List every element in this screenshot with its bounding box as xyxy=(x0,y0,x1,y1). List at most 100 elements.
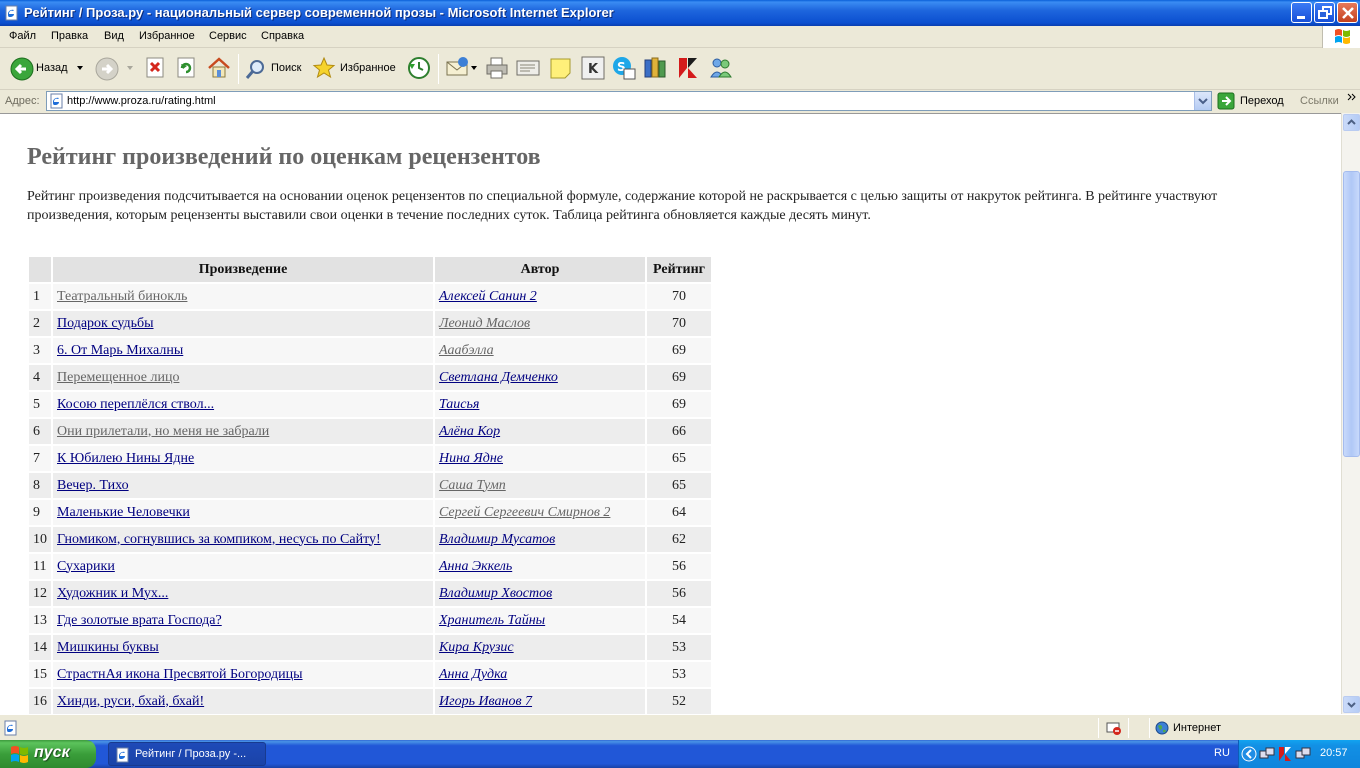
edit-button[interactable] xyxy=(515,55,541,81)
work-link[interactable]: Вечер. Тихо xyxy=(57,478,129,493)
author-cell: Анна Дудка xyxy=(435,662,645,687)
status-separator xyxy=(1149,718,1150,738)
author-cell: Нина Ядне xyxy=(435,446,645,471)
menu-view[interactable]: Вид xyxy=(104,30,124,42)
contacts-button[interactable] xyxy=(708,55,734,81)
work-link[interactable]: К Юбилею Нины Ядне xyxy=(57,451,194,466)
vertical-scrollbar[interactable] xyxy=(1341,113,1360,714)
popup-blocked-icon[interactable] xyxy=(1106,720,1122,736)
favorites-button[interactable]: Избранное xyxy=(312,54,398,84)
restore-button[interactable] xyxy=(1314,2,1335,23)
author-link[interactable]: Нина Ядне xyxy=(439,451,503,466)
scroll-up-button[interactable] xyxy=(1343,114,1360,131)
author-cell: Хранитель Тайны xyxy=(435,608,645,633)
rating-value: 70 xyxy=(647,311,711,336)
work-link[interactable]: Где золотые врата Господа? xyxy=(57,613,222,628)
home-button[interactable] xyxy=(206,55,232,81)
forward-button[interactable] xyxy=(94,54,136,84)
menu-favorites[interactable]: Избранное xyxy=(139,30,195,42)
refresh-icon xyxy=(177,57,195,78)
row-number: 6 xyxy=(29,419,51,444)
search-button[interactable]: Поиск xyxy=(244,54,306,84)
author-cell: Леонид Маслов xyxy=(435,311,645,336)
standard-toolbar: Назад Поиск Избранное K S xyxy=(0,48,1360,90)
work-link[interactable]: Они прилетали, но меня не забрали xyxy=(57,424,269,439)
refresh-button[interactable] xyxy=(176,57,198,79)
menu-tools[interactable]: Сервис xyxy=(209,30,247,42)
rating-value: 56 xyxy=(647,581,711,606)
author-link[interactable]: Аaабэлла xyxy=(439,343,494,358)
language-indicator[interactable]: RU xyxy=(1214,747,1230,759)
antivirus-button[interactable] xyxy=(675,55,701,81)
author-link[interactable]: Леонид Маслов xyxy=(439,316,530,331)
table-row: 4 Перемещенное лицо Светлана Демченко 69 xyxy=(29,365,711,390)
work-link[interactable]: Гномиком, согнувшись за компиком, несусь… xyxy=(57,532,381,547)
chevron-up-icon xyxy=(1347,119,1356,125)
minimize-icon xyxy=(1297,16,1305,19)
stop-icon xyxy=(146,57,164,78)
skype-button[interactable]: S xyxy=(611,55,637,81)
work-link[interactable]: Маленькие Человечки xyxy=(57,505,190,520)
users-icon xyxy=(710,58,732,78)
author-link[interactable]: Алёна Кор xyxy=(439,424,500,439)
author-link[interactable]: Хранитель Тайны xyxy=(439,613,545,628)
start-button[interactable]: пуск xyxy=(0,740,96,768)
antivirus-tray-icon[interactable] xyxy=(1277,746,1293,762)
author-link[interactable]: Светлана Демченко xyxy=(439,370,558,385)
edit-page-icon xyxy=(516,60,540,76)
author-link[interactable]: Владимир Хвостов xyxy=(439,586,552,601)
network-icon[interactable] xyxy=(1295,746,1311,762)
mail-button[interactable] xyxy=(445,55,479,81)
rating-value: 69 xyxy=(647,365,711,390)
author-cell: Таисья xyxy=(435,392,645,417)
work-link[interactable]: Художник и Мух... xyxy=(57,586,168,601)
author-link[interactable]: Таисья xyxy=(439,397,479,412)
work-link[interactable]: 6. От Марь Михалны xyxy=(57,343,183,358)
author-link[interactable]: Алексей Санин 2 xyxy=(439,289,537,304)
work-link[interactable]: Перемещенное лицо xyxy=(57,370,179,385)
rating-value: 56 xyxy=(647,554,711,579)
author-link[interactable]: Игорь Иванов 7 xyxy=(439,694,532,709)
author-link[interactable]: Сергей Сергеевич Смирнов 2 xyxy=(439,505,610,520)
work-link[interactable]: Мишкины буквы xyxy=(57,640,159,655)
work-link[interactable]: Сухарики xyxy=(57,559,115,574)
star-icon xyxy=(312,56,336,79)
author-link[interactable]: Анна Эккель xyxy=(439,559,512,574)
author-link[interactable]: Саша Тумп xyxy=(439,478,506,493)
address-input[interactable]: http://www.proza.ru/rating.html xyxy=(46,91,1212,111)
address-dropdown-button[interactable] xyxy=(1194,92,1211,110)
links-label[interactable]: Ссылки xyxy=(1300,95,1339,107)
row-number: 8 xyxy=(29,473,51,498)
work-link[interactable]: СтрастнАя икона Пресвятой Богородицы xyxy=(57,667,303,682)
author-link[interactable]: Анна Дудка xyxy=(439,667,507,682)
scroll-thumb[interactable] xyxy=(1343,171,1360,457)
chevron-double-right-icon[interactable] xyxy=(1347,93,1357,103)
back-button[interactable]: Назад xyxy=(6,54,88,84)
network-icon[interactable] xyxy=(1259,746,1275,762)
column-header-work: Произведение xyxy=(53,257,433,282)
discuss-button[interactable] xyxy=(548,55,574,81)
research-button[interactable] xyxy=(642,55,668,81)
column-header-rating: Рейтинг xyxy=(647,257,711,282)
work-link[interactable]: Подарок судьбы xyxy=(57,316,154,331)
table-header-row: Произведение Автор Рейтинг xyxy=(29,257,711,282)
work-link[interactable]: Косою переплёлся ствол... xyxy=(57,397,214,412)
work-cell: Они прилетали, но меня не забрали xyxy=(53,419,433,444)
scroll-down-button[interactable] xyxy=(1343,696,1360,713)
work-link[interactable]: Хинди, руси, бхай, бхай! xyxy=(57,694,204,709)
close-button[interactable] xyxy=(1337,2,1358,23)
menu-edit[interactable]: Правка xyxy=(51,30,88,42)
print-button[interactable] xyxy=(484,55,510,81)
taskbar-item-ie[interactable]: Рейтинг / Проза.ру -... xyxy=(108,742,266,766)
history-button[interactable] xyxy=(406,55,432,81)
chevron-left-icon[interactable] xyxy=(1241,746,1257,762)
minimize-button[interactable] xyxy=(1291,2,1312,23)
menu-file[interactable]: Файл xyxy=(9,30,36,42)
work-link[interactable]: Театральный бинокль xyxy=(57,289,187,304)
messenger-button[interactable]: K xyxy=(580,55,606,81)
author-link[interactable]: Кира Крузис xyxy=(439,640,514,655)
stop-button[interactable] xyxy=(145,57,167,79)
menu-help[interactable]: Справка xyxy=(261,30,304,42)
author-cell: Алексей Санин 2 xyxy=(435,284,645,309)
author-link[interactable]: Владимир Мусатов xyxy=(439,532,555,547)
